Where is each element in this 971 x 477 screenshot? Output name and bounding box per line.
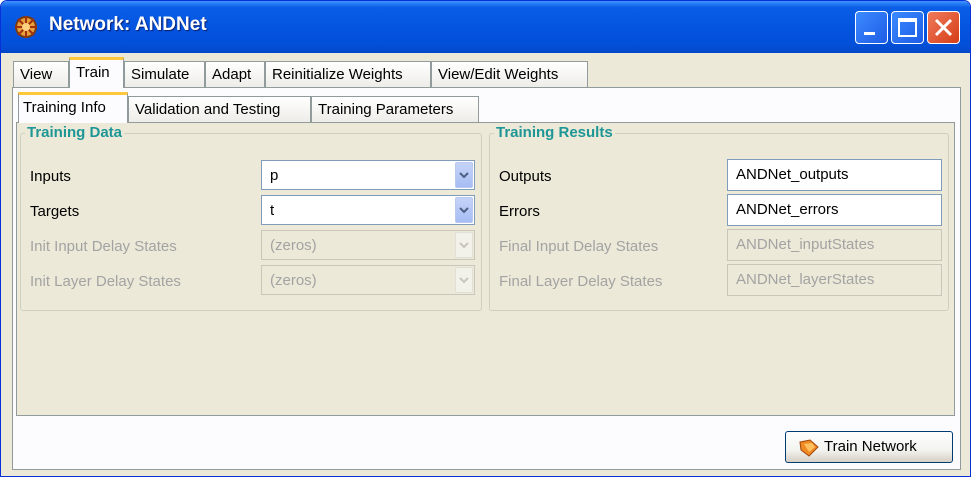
- title-bar[interactable]: Network: ANDNet: [1, 1, 970, 53]
- tab-view-edit-weights[interactable]: View/Edit Weights: [431, 61, 588, 89]
- final-input-delay-field: ANDNet_inputStates: [727, 229, 942, 261]
- window-content: View Train Simulate Adapt Reinitialize W…: [5, 53, 966, 474]
- init-input-delay-value: (zeros): [270, 237, 317, 254]
- close-icon: [934, 18, 953, 37]
- init-layer-delay-value: (zeros): [270, 272, 317, 289]
- training-data-group: Training Data Inputs p Targets t Init In…: [20, 124, 482, 311]
- train-tab-panel: Validation and Testing Training Paramete…: [12, 87, 961, 470]
- targets-value: t: [270, 202, 275, 219]
- targets-label: Targets: [30, 203, 80, 220]
- targets-select[interactable]: t: [261, 195, 475, 225]
- inputs-value: p: [270, 167, 279, 184]
- tab-train[interactable]: Train: [69, 57, 124, 88]
- init-input-delay-label: Init Input Delay States: [30, 238, 177, 255]
- train-network-button[interactable]: Train Network: [785, 431, 953, 463]
- network-window: Network: ANDNet View Train Simulate Adap…: [0, 0, 971, 477]
- tab-training-parameters[interactable]: Training Parameters: [311, 96, 479, 124]
- training-info-panel: Training Data Inputs p Targets t Init In…: [16, 122, 955, 416]
- inputs-select[interactable]: p: [261, 160, 475, 190]
- inputs-label: Inputs: [30, 168, 71, 185]
- errors-field[interactable]: ANDNet_errors: [727, 194, 942, 226]
- init-input-delay-select: (zeros): [261, 230, 475, 260]
- final-input-delay-label: Final Input Delay States: [499, 238, 659, 255]
- tab-view[interactable]: View: [13, 61, 69, 89]
- tab-simulate[interactable]: Simulate: [124, 61, 205, 89]
- chevron-down-icon[interactable]: [455, 162, 473, 188]
- init-layer-delay-label: Init Layer Delay States: [30, 273, 181, 290]
- final-layer-delay-field: ANDNet_layerStates: [727, 264, 942, 296]
- close-button[interactable]: [927, 11, 960, 44]
- final-layer-delay-label: Final Layer Delay States: [499, 273, 663, 290]
- init-layer-delay-select: (zeros): [261, 265, 475, 295]
- network-app-icon: [13, 14, 39, 40]
- training-results-group: Training Results Outputs ANDNet_outputs …: [489, 124, 949, 311]
- training-data-title: Training Data: [25, 124, 125, 141]
- minimize-button[interactable]: [855, 11, 888, 44]
- chevron-down-icon: [455, 267, 473, 293]
- minimize-icon: [864, 32, 875, 35]
- outputs-field[interactable]: ANDNet_outputs: [727, 159, 942, 191]
- tab-reinitialize-weights[interactable]: Reinitialize Weights: [265, 61, 431, 89]
- outputs-label: Outputs: [499, 168, 552, 185]
- tab-validation-and-testing[interactable]: Validation and Testing: [128, 96, 311, 124]
- tab-training-info[interactable]: Training Info: [18, 92, 128, 123]
- chevron-down-icon: [455, 232, 473, 258]
- maximize-icon: [898, 18, 917, 37]
- training-results-title: Training Results: [494, 124, 615, 141]
- chevron-down-icon[interactable]: [455, 197, 473, 223]
- tab-adapt[interactable]: Adapt: [205, 61, 265, 89]
- train-network-icon: [798, 438, 820, 458]
- train-network-label: Train Network: [824, 438, 917, 455]
- maximize-button[interactable]: [891, 11, 924, 44]
- errors-label: Errors: [499, 203, 540, 220]
- window-title: Network: ANDNet: [49, 14, 207, 35]
